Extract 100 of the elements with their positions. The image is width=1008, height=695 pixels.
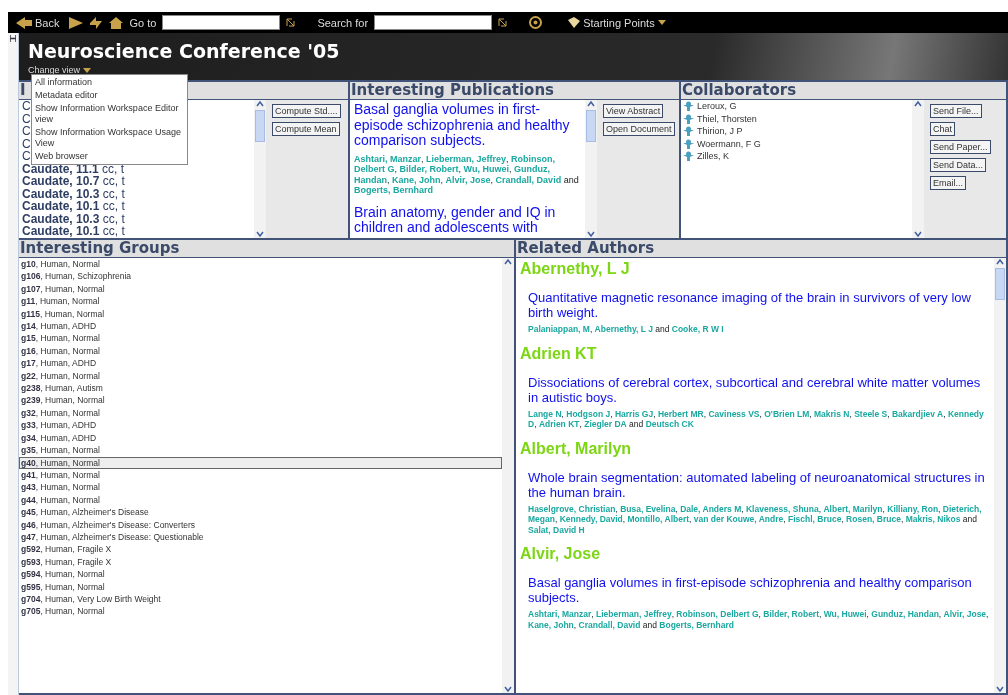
scroll-up-icon[interactable]: [255, 100, 265, 108]
menu-item[interactable]: Show Information Workspace Usage View: [35, 126, 184, 150]
home-icon[interactable]: [109, 16, 124, 29]
publication-title[interactable]: Dissociations of cerebral cortex, subcortical and cerebral white matter volumes in autistic boys.: [520, 374, 990, 405]
menu-item[interactable]: Show Information Workspace Editor view: [35, 102, 184, 126]
group-row[interactable]: g15, Human, Normal: [19, 332, 502, 345]
publication-title[interactable]: Basal ganglia volumes in first-episode schizophrenia and healthy comparison subjects.: [354, 102, 581, 149]
list-row[interactable]: Caudate, 10.1 cc, t: [19, 225, 254, 238]
group-row[interactable]: g704, Human, Very Low Birth Weight: [19, 592, 502, 606]
group-row[interactable]: g33, Human, ADHD: [19, 419, 502, 432]
group-row[interactable]: g34, Human, ADHD: [19, 431, 502, 445]
action-button[interactable]: Chat: [930, 122, 955, 136]
group-row[interactable]: g592, Human, Fragile X: [19, 543, 502, 556]
goto-field[interactable]: [162, 15, 281, 30]
group-row[interactable]: g238, Human, Autism: [19, 382, 502, 395]
scroll-thumb[interactable]: [995, 268, 1005, 300]
publication-title[interactable]: Basal ganglia volumes in first-episode schizophrenia and healthy comparison subjects.: [520, 575, 990, 605]
scroll-down-icon[interactable]: [586, 230, 596, 238]
page-title: Neuroscience Conference '05: [28, 39, 341, 63]
person-icon: [683, 101, 694, 112]
scroll-down-icon[interactable]: [995, 685, 1005, 693]
go-icon[interactable]: [498, 18, 508, 27]
goto-label: Go to: [129, 16, 157, 29]
scroll-down-icon[interactable]: [503, 685, 513, 693]
group-row[interactable]: g10, Human, Normal: [19, 258, 502, 271]
author-list: Haselgrove, Christian, Busa, Evelina, Dale, Anders M, Klaveness, Shuna, Albert, Marilyn, Killiany, Ron, Dieterich, Megan, Kennedy, David, Montillo, Albert, van der Kouwe, Andre, Fischl, Bruce, Rosen, Bruce, Makris, Nikos and Salat, David H: [520, 503, 990, 535]
group-row[interactable]: g16, Human, Normal: [19, 344, 502, 358]
circle-icon[interactable]: [529, 16, 543, 29]
group-row[interactable]: g594, Human, Normal: [19, 568, 502, 581]
group-row[interactable]: g11, Human, Normal: [19, 295, 502, 308]
group-row[interactable]: g14, Human, ADHD: [19, 320, 502, 333]
list-row[interactable]: Caudate, 10.1 cc, t: [19, 200, 254, 213]
group-row[interactable]: g595, Human, Normal: [19, 580, 502, 593]
group-row[interactable]: g45, Human, Alzheimer's Disease: [19, 506, 502, 519]
scrollbar[interactable]: [585, 100, 597, 238]
group-row[interactable]: g115, Human, Normal: [19, 307, 502, 321]
forward-icon[interactable]: [69, 16, 84, 29]
group-row[interactable]: g43, Human, Normal: [19, 481, 502, 494]
publication-title[interactable]: Quantitative magnetic resonance imaging of the brain in survivors of very low birth weight.: [520, 290, 990, 320]
author-list: Palaniappan, M, Abernethy, L J and Cooke, R W I: [520, 324, 990, 335]
publication-title[interactable]: Whole brain segmentation: automated labeling of neuroanatomical structures in the human brain.: [520, 469, 990, 500]
list-row[interactable]: Caudate, 10.3 cc, t: [19, 187, 254, 200]
action-button[interactable]: Email...: [930, 176, 966, 190]
list-row[interactable]: Caudate, 10.7 cc, t: [19, 175, 254, 188]
group-row[interactable]: g44, Human, Normal: [19, 493, 502, 507]
scroll-up-icon[interactable]: [913, 100, 923, 108]
group-row[interactable]: g705, Human, Normal: [19, 605, 502, 618]
menu-item[interactable]: Web browser: [35, 150, 184, 163]
go-icon[interactable]: [286, 18, 296, 27]
scroll-up-icon[interactable]: [503, 258, 513, 266]
group-row[interactable]: g239, Human, Normal: [19, 394, 502, 407]
group-row[interactable]: g17, Human, ADHD: [19, 357, 502, 370]
action-button[interactable]: Compute Mean: [272, 122, 340, 136]
collaborator-name[interactable]: Zilles, K: [697, 150, 729, 163]
back-arrow-icon: [16, 16, 32, 29]
scrollbar[interactable]: [502, 258, 514, 693]
action-button[interactable]: View Abstract: [603, 104, 664, 118]
group-row[interactable]: g47, Human, Alzheimer's Disease: Questionable: [19, 530, 502, 544]
author-list: Lange N, Hodgson J, Harris GJ, Herbert MR, Caviness VS, O'Brien LM, Makris N, Steele S, Bakardjiev A, Kennedy D, Adrien KT, Ziegler DA and Deutsch CK: [520, 408, 990, 430]
group-row[interactable]: g46, Human, Alzheimer's Disease: Converters: [19, 518, 502, 531]
group-row[interactable]: g35, Human, Normal: [19, 444, 502, 457]
group-row[interactable]: g107, Human, Normal: [19, 282, 502, 296]
collaborator-name[interactable]: Woermann, F G: [697, 137, 761, 150]
group-row[interactable]: g106, Human, Schizophrenia: [19, 270, 502, 283]
action-button[interactable]: Send Paper...: [930, 140, 991, 154]
menu-item[interactable]: Metadata editor: [35, 89, 184, 102]
scroll-up-icon[interactable]: [586, 100, 596, 108]
search-field[interactable]: [374, 15, 493, 30]
collaborator-name[interactable]: Thiel, Thorsten: [697, 112, 757, 125]
group-row[interactable]: g593, Human, Fragile X: [19, 555, 502, 569]
collaborator-name[interactable]: Leroux, G: [697, 100, 737, 113]
scroll-down-icon[interactable]: [913, 230, 923, 238]
scroll-up-icon[interactable]: [995, 258, 1005, 266]
action-button[interactable]: Open Document: [603, 122, 675, 136]
publication-title[interactable]: Brain anatomy, gender and IQ in children and adolescents with: [354, 204, 581, 236]
back-button[interactable]: Back: [12, 16, 64, 29]
scrollbar[interactable]: [994, 258, 1006, 693]
scroll-down-icon[interactable]: [255, 230, 265, 238]
action-button[interactable]: Send File...: [930, 104, 982, 118]
group-row[interactable]: g32, Human, Normal: [19, 406, 502, 420]
action-button[interactable]: Compute Std....: [272, 104, 341, 118]
author-list: Ashtari, Manzar, Lieberman, Jeffrey, Robinson, Delbert G, Bilder, Robert, Wu, Huwei, Gunduz, Handan, Kane, John, Alvir, Jose, Crandall, David and Bogerts, Bernhard: [354, 153, 581, 196]
person-icon: [683, 113, 694, 124]
group-row[interactable]: g22, Human, Normal: [19, 369, 502, 383]
scroll-thumb[interactable]: [586, 110, 596, 142]
person-icon: [683, 138, 694, 149]
action-button[interactable]: Send Data...: [930, 158, 987, 172]
scrollbar[interactable]: [912, 100, 924, 238]
list-row[interactable]: Caudate, 10.3 cc, t: [19, 212, 254, 225]
starting-points-menu[interactable]: Starting Points: [564, 16, 670, 29]
panel-title: Related Authors: [516, 240, 1006, 258]
group-row[interactable]: g41, Human, Normal: [19, 468, 502, 482]
panel-title: Interesting Groups: [19, 240, 514, 258]
person-icon: [683, 126, 694, 137]
change-view-menu[interactable]: Change view: [28, 65, 92, 75]
group-row[interactable]: g40, Human, Normal: [19, 456, 502, 469]
collaborator-name[interactable]: Thirion, J P: [697, 125, 743, 138]
scroll-thumb[interactable]: [255, 110, 265, 142]
search-label: Search for: [317, 16, 369, 29]
scrollbar[interactable]: [254, 100, 266, 238]
